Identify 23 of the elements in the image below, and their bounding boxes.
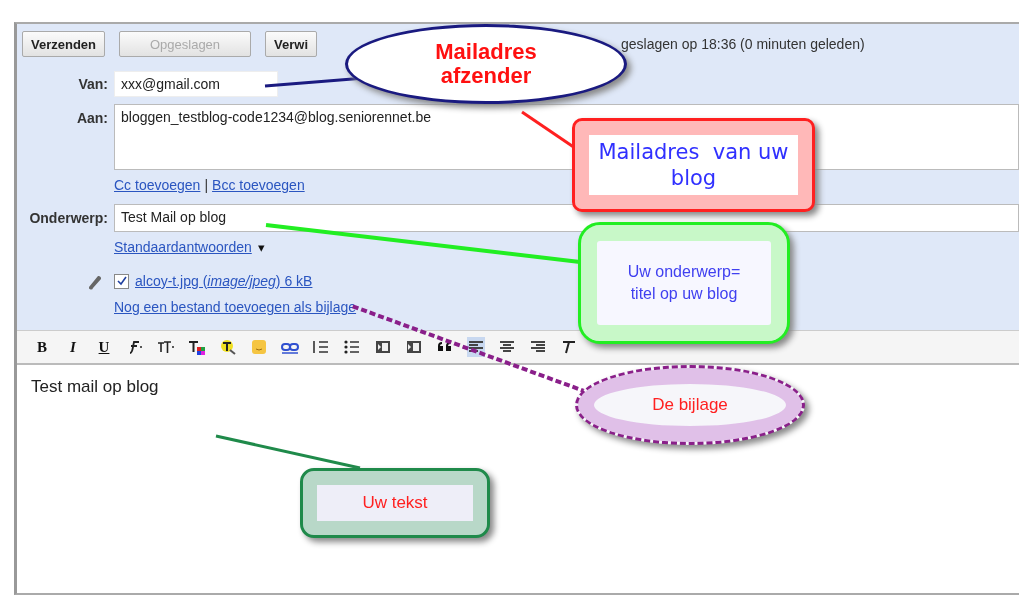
- callout-tooltip: Uw tekst: [300, 468, 490, 538]
- bcc-link[interactable]: Bcc toevoegen: [212, 177, 305, 193]
- action-button[interactable]: Verzenden: [22, 31, 106, 57]
- italic-icon[interactable]: I: [64, 337, 82, 357]
- separator: |: [204, 177, 209, 193]
- field-label: Aan:: [75, 109, 109, 126]
- field-label: Van:: [77, 76, 109, 92]
- callout-tooltip: Uw onderwerp=titel op uw blog: [578, 222, 790, 344]
- save-status: geslagen op 18:36 (0 minuten geleden): [621, 36, 865, 52]
- canned-responses-link[interactable]: Standaardantwoorden: [114, 239, 252, 255]
- caret-icon[interactable]: ▾: [257, 239, 265, 255]
- attachment-checkbox[interactable]: [114, 273, 129, 289]
- bold-icon[interactable]: B: [33, 337, 51, 357]
- message-body[interactable]: Test mail op blog: [31, 377, 159, 397]
- field-label: Onderwerp:: [28, 210, 109, 226]
- cc-link[interactable]: Cc toevoegen: [114, 177, 201, 193]
- add-attachment-link[interactable]: Nog een bestand toevoegen als bijlage: [114, 299, 357, 315]
- from-field[interactable]: xxx@gmail.com: [114, 71, 278, 97]
- action-button[interactable]: Verwi: [265, 31, 317, 57]
- underline-icon[interactable]: U: [95, 337, 113, 357]
- attachment-link[interactable]: alcoy-t.jpg (image/jpeg) 6 kB: [135, 273, 313, 289]
- callout-tooltip: Mailadres van uw blog: [572, 118, 815, 212]
- highlight-icon[interactable]: [219, 337, 237, 357]
